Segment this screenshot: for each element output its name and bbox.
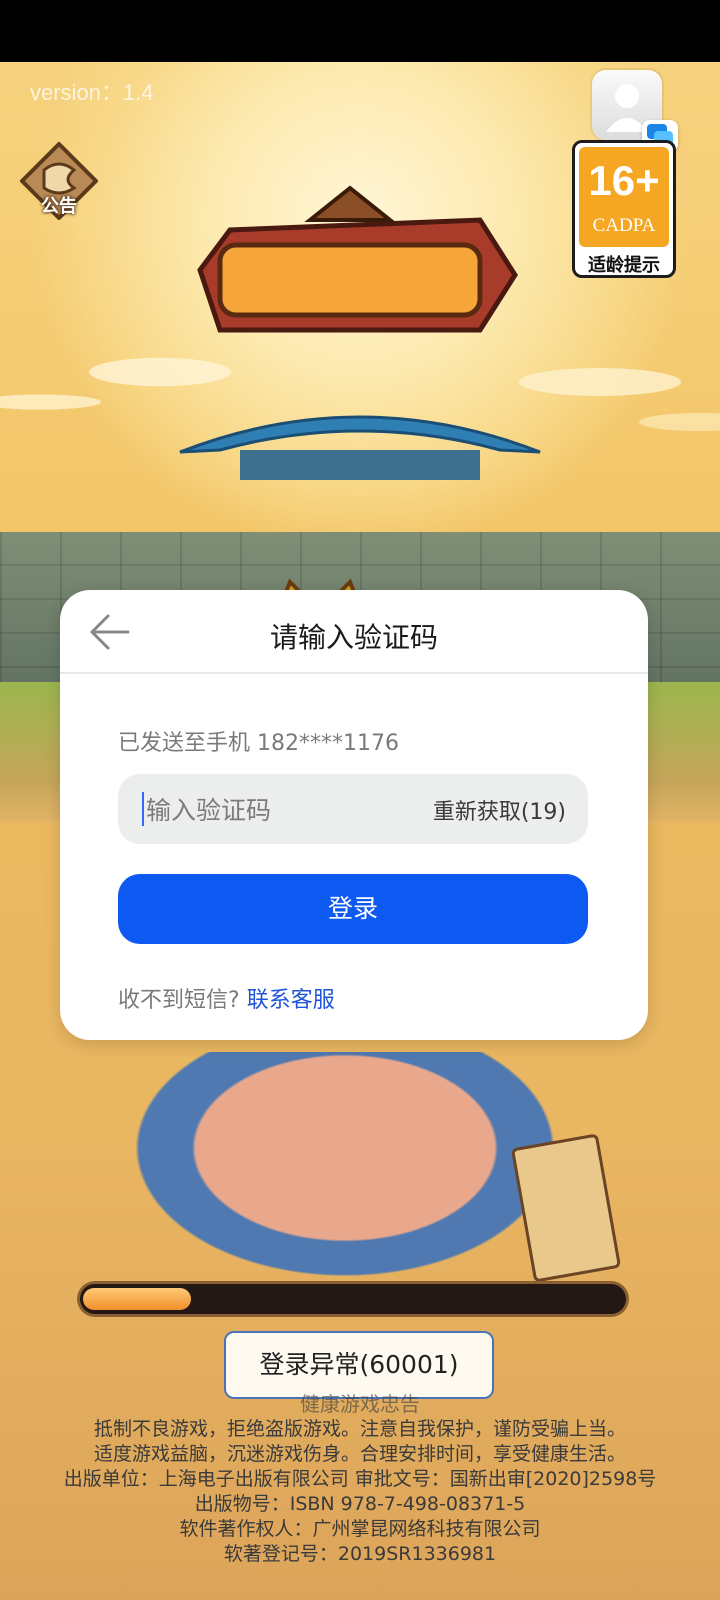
no-sms-text: 收不到短信? [118,988,240,1013]
status-bar [0,0,720,62]
dialog-title: 请输入验证码 [269,621,438,654]
login-error-button[interactable]: 登录异常(60001) [224,1331,494,1399]
publisher-line: 出版单位：上海电子出版有限公司 审批文号：国新出审[2020]2598号 [63,1468,657,1490]
age-rating-tip: 适龄提示 [588,255,660,276]
resend-code-button[interactable]: 重新获取(19) [433,794,566,826]
loading-progress-bar [80,1284,626,1314]
divider [60,672,648,674]
login-button[interactable]: 登录 [118,874,588,944]
notice-button[interactable]: 公告 [18,140,100,222]
health-advisory-line: 抵制不良游戏，拒绝盗版游戏。注意自我保护，谨防受骗上当。 [93,1418,626,1440]
verification-code-input[interactable] [144,774,418,846]
no-sms-hint: 收不到短信? 联系客服 [118,982,335,1014]
hero-character-illustration [110,1052,580,1292]
verification-dialog: 请输入验证码 已发送至手机 182****1176 重新获取(19) 登录 收不… [60,590,648,1040]
sent-to-phone-text: 已发送至手机 182****1176 [118,731,399,756]
health-advisory: 健康游戏忠告 抵制不良游戏，拒绝盗版游戏。注意自我保护，谨防受骗上当。 适度游戏… [0,1392,720,1567]
health-advisory-heading: 健康游戏忠告 [300,1392,420,1416]
notice-label: 公告 [41,196,77,217]
contact-support-link[interactable]: 联系客服 [247,988,335,1013]
loading-progress-fill [83,1288,191,1310]
pagoda-roof-illustration [179,415,541,480]
health-advisory-line: 适度游戏益脑，沉迷游戏伤身。合理安排时间，享受健康生活。 [93,1443,626,1465]
verification-code-field[interactable]: 重新获取(19) [118,774,588,846]
game-logo [197,185,518,333]
age-rating-org: CADPA [592,215,656,236]
age-rating-number: 16+ [588,157,660,204]
age-rating-panel: 16+ CADPA [579,147,669,247]
age-rating-badge[interactable]: 16+ CADPA 适龄提示 [572,140,676,278]
version-label: version：1.4 [30,80,154,105]
isbn-line: 出版物号：ISBN 978-7-498-08371-5 [194,1493,526,1515]
software-registration-line: 软著登记号：2019SR1336981 [223,1543,497,1565]
copyright-owner-line: 软件著作权人：广州掌昆网络科技有限公司 [179,1518,541,1540]
